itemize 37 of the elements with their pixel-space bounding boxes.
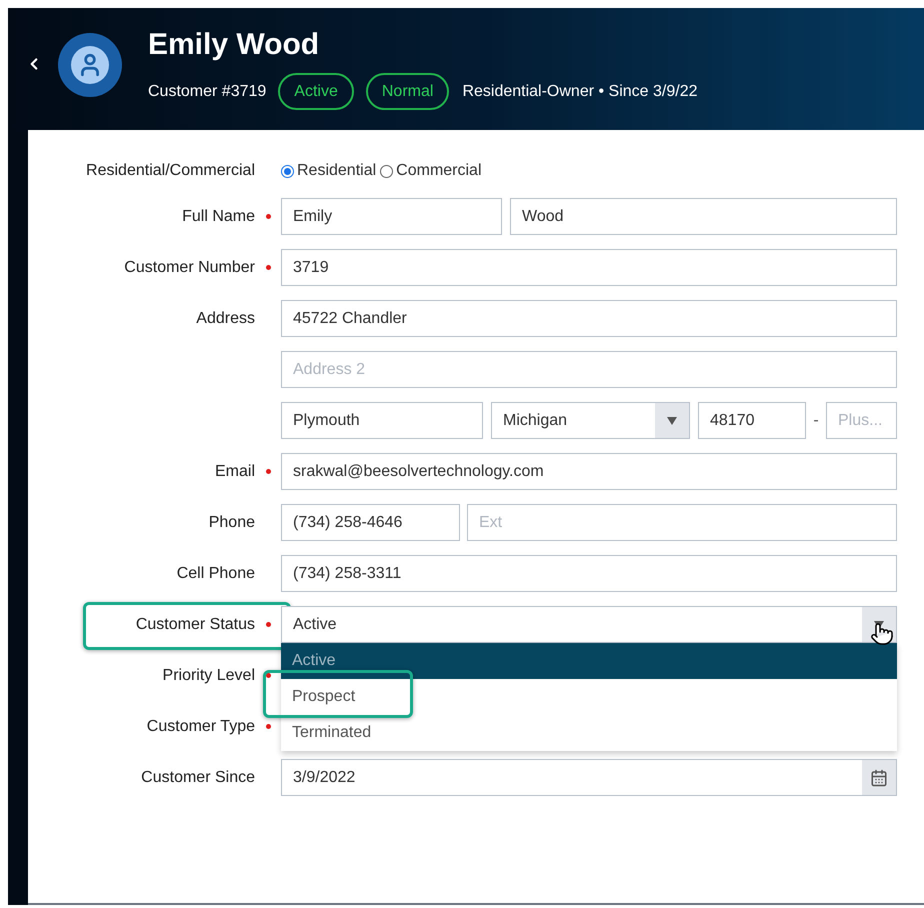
input-field[interactable]: (734) 258-3311	[281, 555, 897, 592]
field-label: Address	[196, 308, 255, 328]
field-label: Customer Number	[124, 258, 255, 278]
field-label: Priority Level	[162, 666, 255, 686]
input-field[interactable]: srakwal@beesolvertechnology.com	[281, 453, 897, 490]
field-label: Residential/Commercial	[86, 161, 255, 181]
separator-text: -	[812, 410, 820, 430]
input-field[interactable]: Wood	[510, 198, 897, 235]
input-field[interactable]: Plymouth	[281, 402, 483, 439]
status-select[interactable]: Active	[281, 606, 897, 643]
input-field[interactable]: Address 2	[281, 351, 897, 388]
input-field[interactable]: 48170	[698, 402, 806, 439]
dropdown-option[interactable]: Active	[281, 643, 897, 679]
input-field[interactable]: 45722 Chandler	[281, 300, 897, 337]
field-label: Customer Since	[141, 768, 255, 788]
status-badge: Normal	[366, 73, 450, 110]
radio-option[interactable]: Commercial	[380, 159, 482, 183]
field-label: Phone	[208, 512, 255, 532]
field-label: Full Name	[182, 206, 255, 226]
input-field[interactable]: 3719	[281, 249, 897, 286]
input-field[interactable]: Plus...	[826, 402, 897, 439]
input-field[interactable]: Ext	[467, 504, 897, 541]
input-field[interactable]: (734) 258-4646	[281, 504, 460, 541]
dropdown-option[interactable]: Prospect	[281, 679, 897, 715]
date-field[interactable]: 3/9/2022	[281, 759, 897, 796]
radio-option[interactable]: Residential	[281, 159, 376, 183]
status-badge: Active	[278, 73, 354, 110]
field-label: Customer Status	[136, 614, 255, 634]
field-label: Email	[214, 462, 255, 482]
customer-meta: Residential-Owner • Since 3/9/22	[462, 82, 698, 102]
field-label: Cell Phone	[176, 564, 255, 584]
input-field[interactable]: Emily	[281, 198, 502, 235]
field-label: Customer Type	[146, 716, 255, 736]
dropdown-option[interactable]: Terminated	[281, 715, 897, 751]
customer-number: Customer #3719	[148, 82, 266, 102]
state-select[interactable]: Michigan	[491, 402, 690, 439]
customer-name: Emily Wood	[148, 27, 320, 63]
